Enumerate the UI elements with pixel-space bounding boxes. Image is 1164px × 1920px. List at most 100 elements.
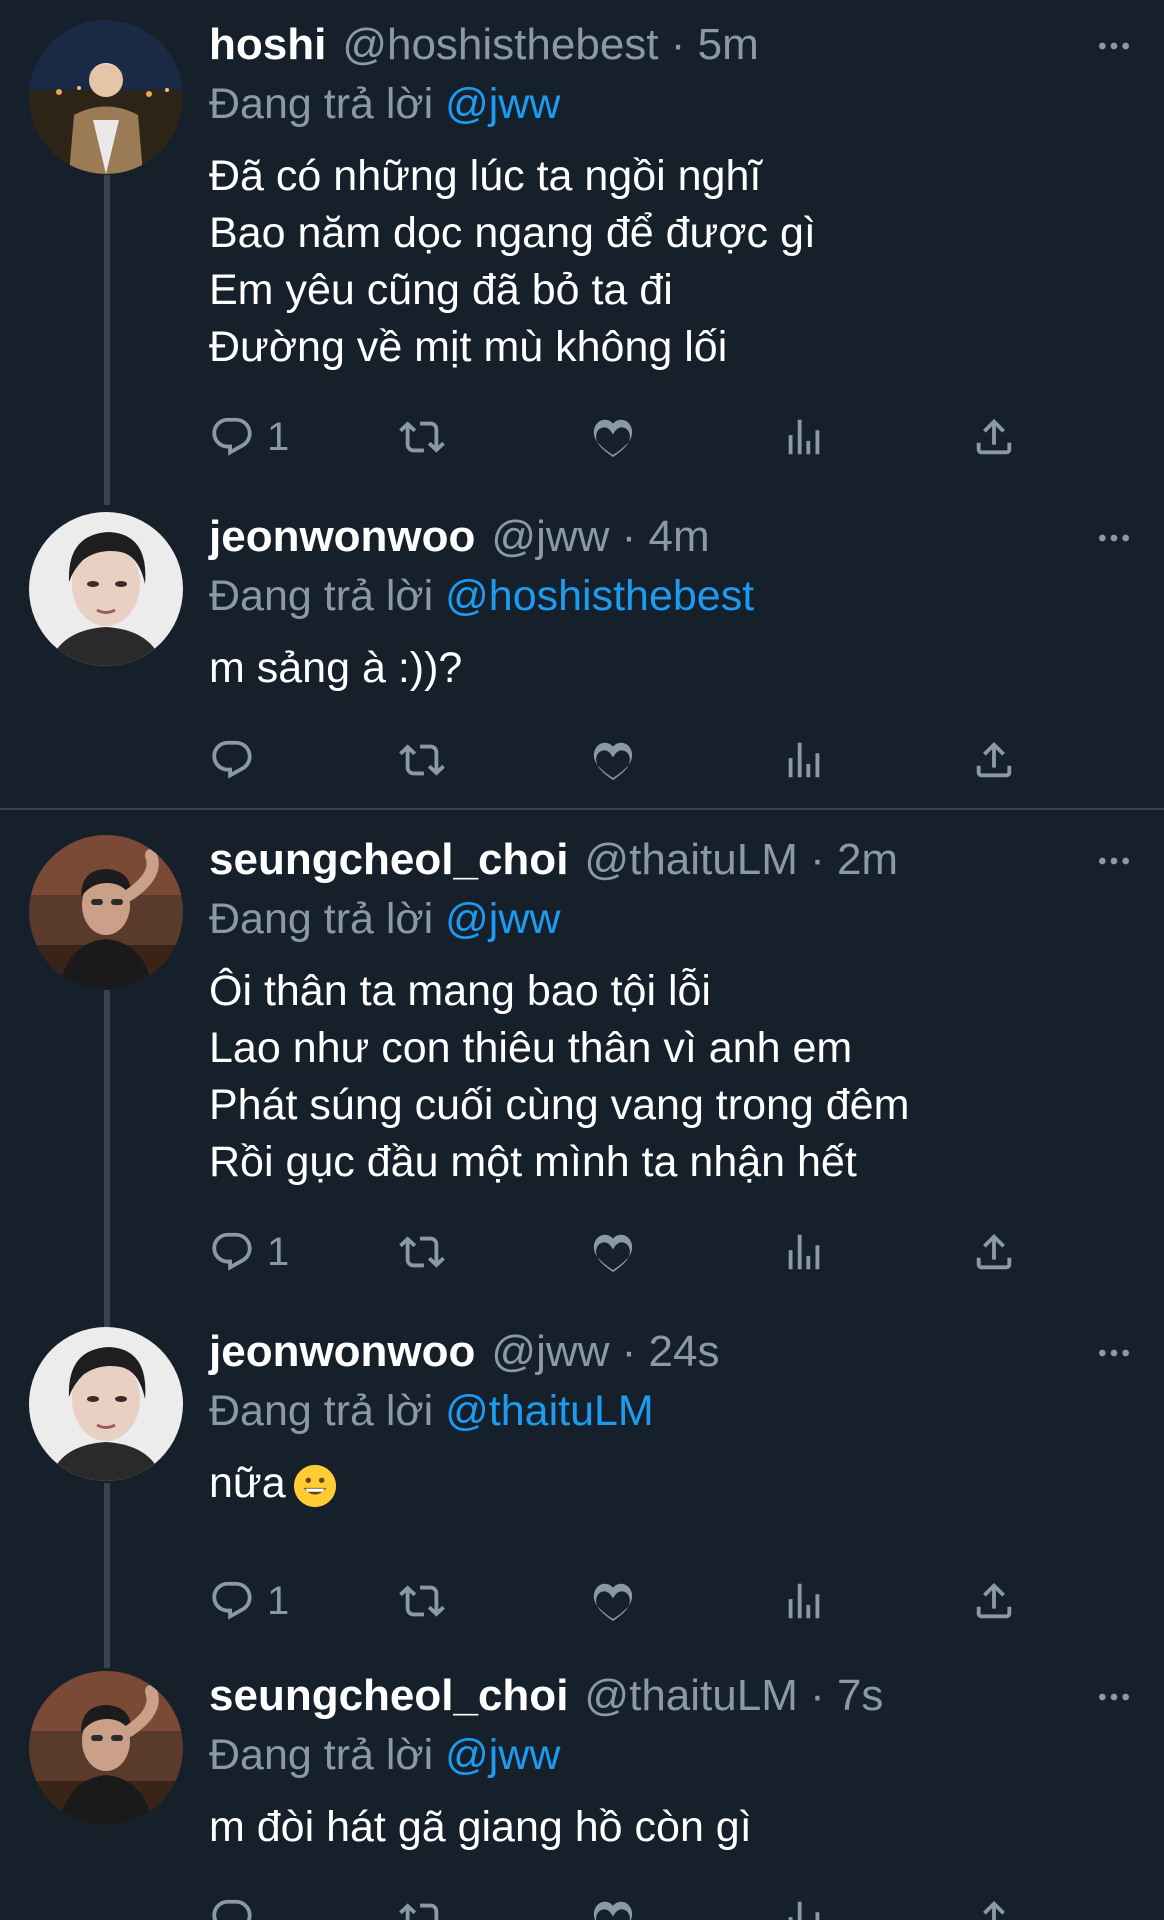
tweet-header: seungcheol_choi @thaituLM · 7s [209, 1671, 1134, 1727]
analytics-button[interactable] [781, 409, 827, 465]
reply-icon [209, 737, 255, 783]
reply-count: 1 [267, 414, 290, 459]
avatar-seungcheol [29, 1671, 183, 1825]
share-button[interactable] [971, 1891, 1017, 1920]
analytics-icon [781, 1229, 827, 1275]
replying-to: Đang trả lời @jww [209, 76, 1134, 133]
retweet-button[interactable] [399, 1573, 445, 1629]
handle-time: @thaituLM · 2m [584, 835, 899, 884]
analytics-button[interactable] [781, 732, 827, 788]
share-button[interactable] [971, 732, 1017, 788]
reply-count: 1 [267, 1229, 290, 1274]
reply-button[interactable] [209, 732, 267, 788]
analytics-button[interactable] [781, 1224, 827, 1280]
analytics-icon [781, 737, 827, 783]
replying-to: Đang trả lời @jww [209, 1727, 1134, 1784]
avatar-hoshi [29, 20, 183, 174]
avatar[interactable] [29, 512, 183, 666]
handle-time: @jww · 4m [491, 512, 710, 561]
retweet-button[interactable] [399, 1891, 445, 1920]
tweet-text: m đòi hát gã giang hồ còn gì [209, 1803, 752, 1851]
reply-count: 1 [267, 1578, 290, 1623]
share-button[interactable] [971, 409, 1017, 465]
share-button[interactable] [971, 1224, 1017, 1280]
handle-time: @jww · 24s [491, 1327, 720, 1376]
analytics-icon [781, 414, 827, 460]
mention-link[interactable]: @jww [445, 80, 560, 128]
action-bar: 1 [209, 409, 1049, 465]
more-icon[interactable] [1094, 26, 1134, 66]
like-icon [590, 1578, 636, 1624]
analytics-button[interactable] [781, 1891, 827, 1920]
display-name[interactable]: seungcheol_choi [209, 1671, 568, 1721]
replying-prefix: Đang trả lời [209, 572, 434, 620]
more-icon[interactable] [1094, 1333, 1134, 1373]
retweet-button[interactable] [399, 409, 445, 465]
replying-to: Đang trả lời @hoshisthebest [209, 568, 1134, 625]
replying-to: Đang trả lời @thaituLM [209, 1383, 1134, 1440]
avatar-jeonwonwoo [29, 1327, 183, 1481]
retweet-icon [399, 1896, 445, 1920]
replying-prefix: Đang trả lời [209, 1731, 434, 1779]
thread-line [104, 175, 110, 505]
like-icon [590, 414, 636, 460]
avatar[interactable] [29, 20, 183, 174]
share-button[interactable] [971, 1573, 1017, 1629]
display-name[interactable]: jeonwonwoo [209, 1327, 475, 1377]
retweet-icon [399, 1229, 445, 1275]
grinning-face-emoji [293, 1464, 336, 1507]
replying-prefix: Đang trả lời [209, 1387, 434, 1435]
avatar[interactable] [29, 835, 183, 989]
display-name[interactable]: hoshi [209, 20, 326, 70]
reply-button[interactable] [209, 1891, 255, 1920]
mention-link[interactable]: @thaituLM [445, 1387, 654, 1435]
mention-link[interactable]: @hoshisthebest [445, 572, 754, 620]
like-button[interactable] [590, 732, 636, 788]
share-icon [971, 414, 1017, 460]
like-button[interactable] [590, 409, 636, 465]
like-icon [590, 1896, 636, 1920]
reply-icon [209, 414, 255, 460]
tweet-header: hoshi @hoshisthebest · 5m [209, 20, 1134, 76]
mention-link[interactable]: @jww [445, 895, 560, 943]
tweet-header: jeonwonwoo @jww · 4m [209, 512, 1134, 568]
analytics-button[interactable] [781, 1573, 827, 1629]
tweet-text: nữa [209, 1455, 1134, 1512]
tweet-header: jeonwonwoo @jww · 24s [209, 1327, 1134, 1383]
retweet-icon [399, 737, 445, 783]
more-icon[interactable] [1094, 1677, 1134, 1717]
reply-button[interactable]: 1 [209, 1573, 289, 1629]
action-bar: 1 [209, 1573, 1049, 1629]
analytics-icon [781, 1896, 827, 1920]
more-icon[interactable] [1094, 518, 1134, 558]
mention-link[interactable]: @jww [445, 1731, 560, 1779]
tweet-header: seungcheol_choi @thaituLM · 2m [209, 835, 1134, 891]
reply-icon [209, 1229, 255, 1275]
display-name[interactable]: seungcheol_choi [209, 835, 568, 885]
share-icon [971, 1229, 1017, 1275]
handle-time: @hoshisthebest · 5m [342, 20, 759, 69]
more-icon[interactable] [1094, 841, 1134, 881]
like-button[interactable] [590, 1224, 636, 1280]
reply-icon [209, 1578, 255, 1624]
thread-line [104, 990, 110, 1328]
action-bar [209, 732, 1049, 788]
avatar[interactable] [29, 1671, 183, 1825]
reply-button[interactable]: 1 [209, 1224, 289, 1280]
like-button[interactable] [590, 1573, 636, 1629]
reply-button[interactable]: 1 [209, 409, 289, 465]
tweet-text: Đã có những lúc ta ngồi nghĩ Bao năm dọc… [209, 152, 816, 371]
retweet-button[interactable] [399, 732, 445, 788]
display-name[interactable]: jeonwonwoo [209, 512, 475, 562]
divider [0, 808, 1164, 810]
retweet-button[interactable] [399, 1224, 445, 1280]
retweet-icon [399, 1578, 445, 1624]
thread-line [104, 1483, 110, 1668]
like-icon [590, 737, 636, 783]
tweet-feed: hoshi @hoshisthebest · 5m Đang trả lời @… [0, 0, 1164, 1920]
avatar[interactable] [29, 1327, 183, 1481]
analytics-icon [781, 1578, 827, 1624]
avatar-jeonwonwoo [29, 512, 183, 666]
like-button[interactable] [590, 1891, 636, 1920]
replying-prefix: Đang trả lời [209, 895, 434, 943]
